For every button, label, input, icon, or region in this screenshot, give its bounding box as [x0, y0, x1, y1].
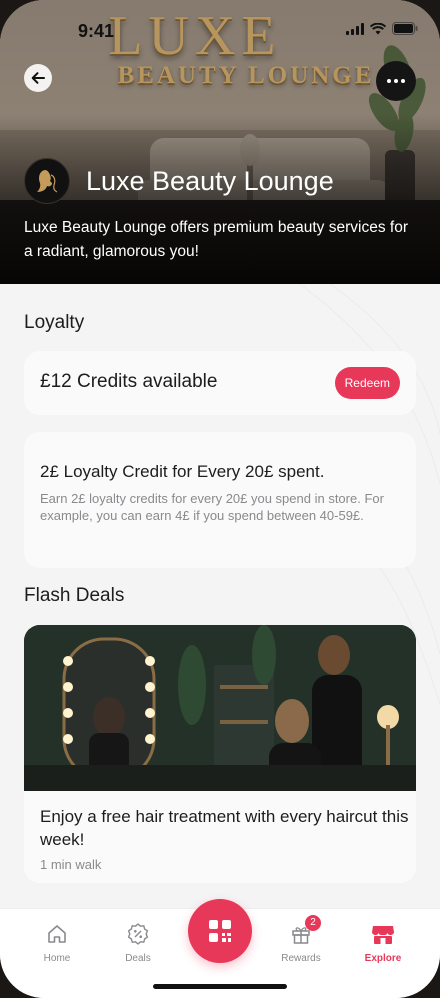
wall-sign-luxe: LUXE: [108, 5, 282, 67]
flash-deals-section-title: Flash Deals: [24, 585, 125, 606]
woman-silhouette-logo-icon: [37, 170, 58, 193]
rewards-badge: 2: [305, 915, 321, 931]
main-content: Loyalty £12 Credits available Redeem 2£ …: [0, 284, 440, 908]
signal-icon: [346, 22, 364, 35]
loyalty-section-title: Loyalty: [24, 312, 85, 333]
deal-title: Enjoy a free hair treatment with every h…: [40, 807, 409, 849]
scan-qr-icon: [209, 920, 231, 942]
hero-banner: LUXE BEAUTY LOUNGE 9:41 Luxe Beauty Loun…: [0, 0, 440, 284]
credits-available-text: £12 Credits available: [40, 371, 218, 392]
deal-distance: 1 min walk: [40, 857, 102, 872]
tab-home-label: Home: [43, 953, 71, 964]
arrow-left-icon: [31, 72, 45, 84]
tab-deals[interactable]: Deals: [103, 921, 173, 964]
more-options-button[interactable]: [376, 61, 416, 101]
ellipsis-icon: [387, 79, 405, 83]
tab-rewards-label: Rewards: [281, 953, 321, 964]
hair-treatment-photo: [24, 625, 416, 791]
home-icon: [48, 925, 66, 943]
battery-icon: [392, 22, 418, 35]
wall-sign-beauty-lounge: BEAUTY LOUNGE: [117, 62, 375, 89]
tab-rewards[interactable]: 2 Rewards: [266, 915, 336, 964]
loyalty-rule-title: 2£ Loyalty Credit for Every 20£ spent.: [40, 462, 325, 481]
loyalty-rule-card: 2£ Loyalty Credit for Every 20£ spent. E…: [24, 432, 416, 568]
wifi-icon: [370, 22, 386, 34]
business-name: Luxe Beauty Lounge: [86, 165, 334, 196]
status-time: 9:41: [78, 21, 115, 41]
phone-screen: LUXE BEAUTY LOUNGE 9:41 Luxe Beauty Loun…: [0, 0, 440, 998]
tab-home[interactable]: Home: [22, 921, 92, 964]
scan-button[interactable]: [188, 899, 252, 963]
store-icon: [372, 926, 394, 944]
business-header: Luxe Beauty Lounge: [24, 158, 334, 204]
discount-badge-icon: [127, 923, 149, 945]
tab-explore[interactable]: Explore: [348, 921, 418, 964]
business-description: Luxe Beauty Lounge offers premium beauty…: [24, 219, 408, 260]
status-icons: [346, 22, 418, 35]
tab-explore-label: Explore: [364, 953, 402, 964]
flash-deal-card[interactable]: Enjoy a free hair treatment with every h…: [24, 625, 416, 883]
tab-deals-label: Deals: [125, 953, 151, 964]
business-logo: [24, 158, 70, 204]
redeem-button[interactable]: Redeem: [334, 367, 400, 399]
loyalty-rule-description: Earn 2£ loyalty credits for every 20£ yo…: [40, 491, 384, 523]
back-button[interactable]: [24, 64, 52, 92]
credits-card: £12 Credits available Redeem: [24, 351, 416, 415]
home-indicator: [153, 984, 287, 989]
